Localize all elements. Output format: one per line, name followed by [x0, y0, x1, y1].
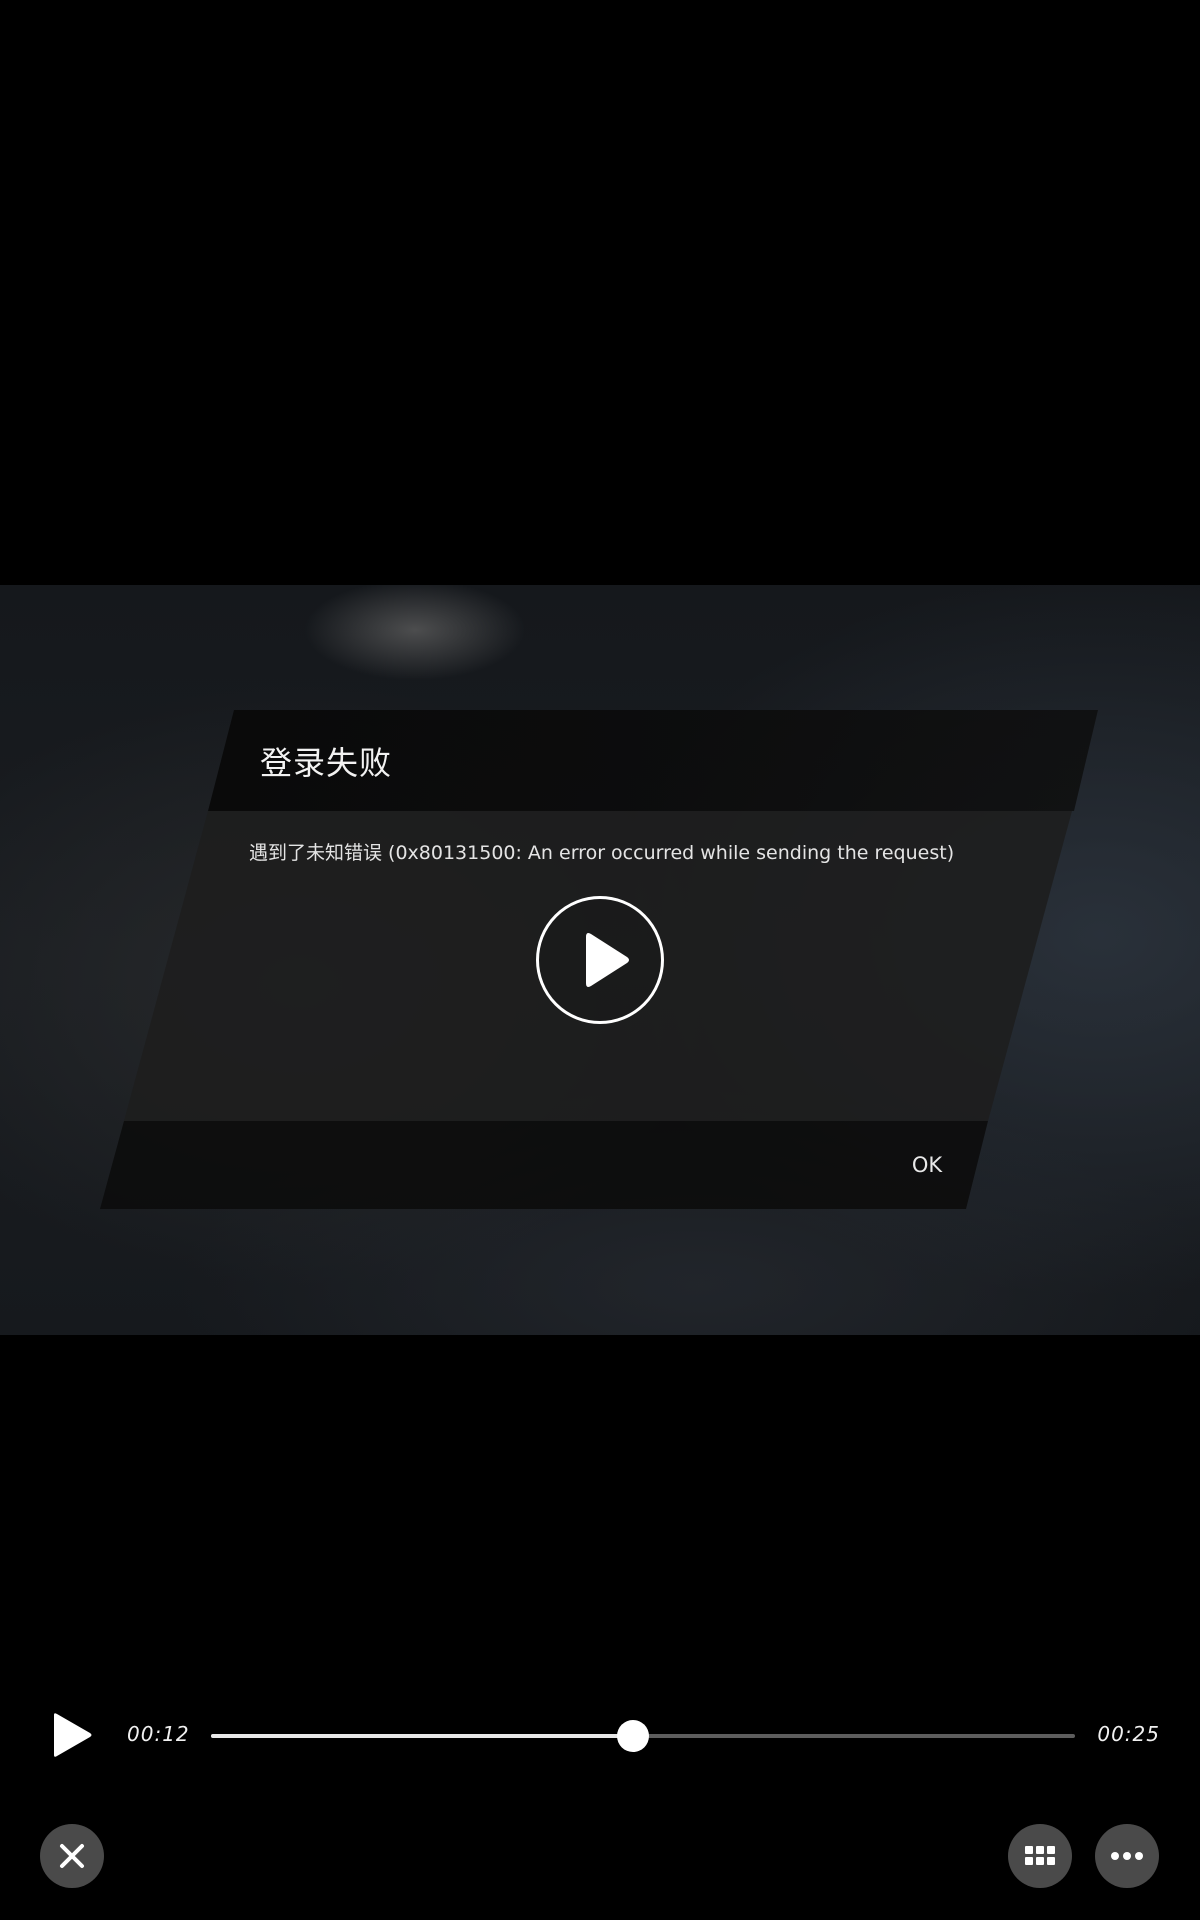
- play-circle-icon: [586, 933, 629, 987]
- dialog-error-message: 遇到了未知错误 (0x80131500: An error occurred w…: [249, 842, 955, 864]
- close-button[interactable]: [40, 1824, 104, 1888]
- dialog-ok-button: OK: [911, 1153, 943, 1177]
- video-frame[interactable]: 登录失败 遇到了未知错误 (0x80131500: An error occur…: [0, 585, 1200, 1335]
- play-button[interactable]: [50, 1712, 94, 1758]
- more-horizontal-icon: [1111, 1852, 1143, 1860]
- grid-view-button[interactable]: [1008, 1824, 1072, 1888]
- seek-bar-thumb[interactable]: [616, 1720, 649, 1752]
- seek-bar[interactable]: [211, 1720, 1075, 1752]
- dialog-footer: [100, 1121, 988, 1209]
- center-play-button[interactable]: [536, 896, 664, 1024]
- player-controls: 00:12 00:25: [0, 1700, 1200, 1770]
- seek-bar-progress: [211, 1734, 633, 1738]
- dialog-title: 登录失败: [260, 744, 393, 782]
- more-options-button[interactable]: [1095, 1824, 1159, 1888]
- grid-icon: [1025, 1846, 1055, 1865]
- close-icon: [60, 1844, 84, 1868]
- play-icon: [54, 1713, 92, 1757]
- elapsed-time: 00:12: [127, 1722, 190, 1746]
- total-duration: 00:25: [1097, 1722, 1160, 1746]
